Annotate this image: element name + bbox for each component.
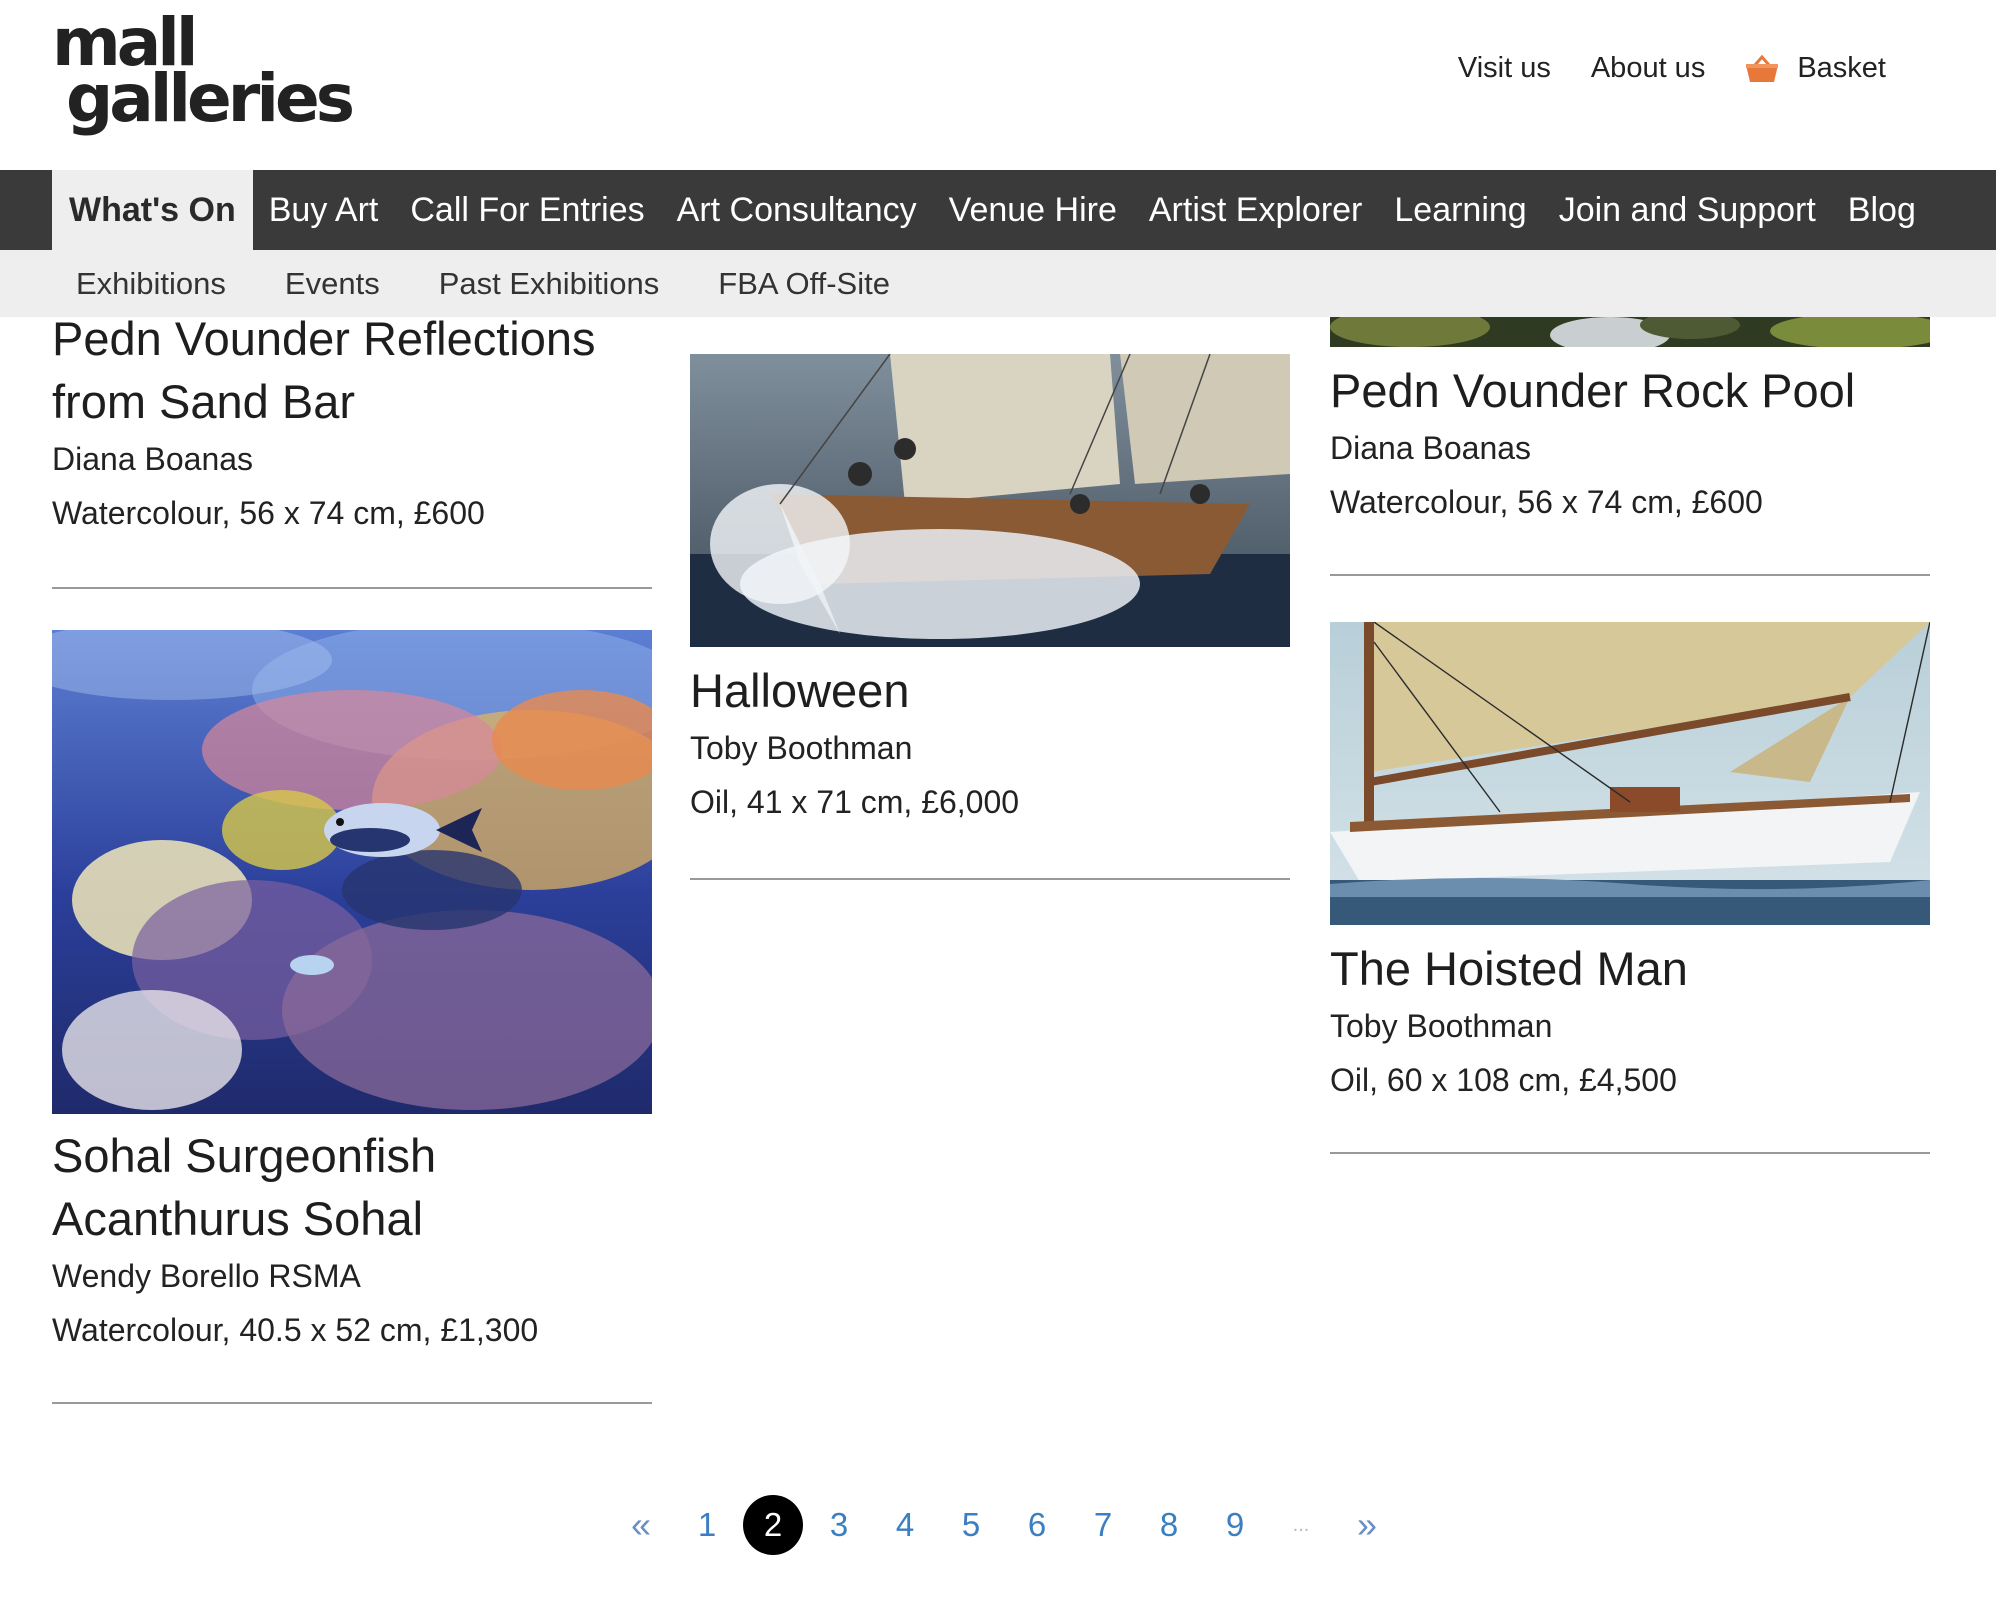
nav-item-art-consultancy[interactable]: Art Consultancy xyxy=(661,170,933,250)
artwork-card: Pedn Vounder Rock Pool Diana Boanas Wate… xyxy=(1330,317,1930,576)
subnav-item-past-exhibitions[interactable]: Past Exhibitions xyxy=(439,250,660,317)
artwork-image-racing-yacht[interactable] xyxy=(690,354,1290,647)
pagination: « 1 2 3 4 5 6 7 8 9 ... » xyxy=(608,1495,1400,1555)
nav-item-call-for-entries[interactable]: Call For Entries xyxy=(394,170,660,250)
site-logo[interactable]: mall galleries xyxy=(52,6,355,146)
sub-navigation: Exhibitions Events Past Exhibitions FBA … xyxy=(0,250,1996,317)
pagination-page[interactable]: 1 xyxy=(674,1506,740,1544)
nav-item-join-and-support[interactable]: Join and Support xyxy=(1543,170,1832,250)
artwork-details: Oil, 60 x 108 cm, £4,500 xyxy=(1330,1062,1677,1098)
artwork-card: The Hoisted Man Toby Boothman Oil, 60 x … xyxy=(1330,622,1930,1154)
pagination-first-button[interactable]: « xyxy=(608,1504,674,1546)
nav-item-learning[interactable]: Learning xyxy=(1378,170,1542,250)
artwork-artist[interactable]: Diana Boanas xyxy=(1330,428,1930,468)
main-navigation: What's On Buy Art Call For Entries Art C… xyxy=(0,170,1996,250)
pagination-last-button[interactable]: » xyxy=(1334,1504,1400,1546)
artwork-image-classic-yacht[interactable] xyxy=(1330,622,1930,925)
artwork-card: Pedn Vounder Reflections from Sand Bar D… xyxy=(52,317,652,589)
pagination-ellipsis: ... xyxy=(1292,1513,1310,1536)
artwork-image-coral-reef[interactable] xyxy=(52,630,652,1114)
artwork-artist[interactable]: Diana Boanas xyxy=(52,439,652,479)
artwork-title[interactable]: Sohal Surgeonfish Acanthurus Sohal xyxy=(52,1124,652,1250)
artwork-image-rock-pool[interactable] xyxy=(1330,317,1930,347)
basket-icon xyxy=(1746,54,1779,82)
pagination-page[interactable]: 7 xyxy=(1070,1506,1136,1544)
nav-item-artist-explorer[interactable]: Artist Explorer xyxy=(1133,170,1379,250)
utility-links: Visit us About us Basket xyxy=(1458,52,1886,85)
nav-item-buy-art[interactable]: Buy Art xyxy=(253,170,395,250)
artwork-title[interactable]: Pedn Vounder Reflections from Sand Bar xyxy=(52,317,652,433)
pagination-page[interactable]: 8 xyxy=(1136,1506,1202,1544)
pagination-page[interactable]: 3 xyxy=(806,1506,872,1544)
subnav-item-exhibitions[interactable]: Exhibitions xyxy=(76,250,226,317)
artwork-card: Sohal Surgeonfish Acanthurus Sohal Wendy… xyxy=(52,630,652,1404)
nav-item-blog[interactable]: Blog xyxy=(1832,170,1932,250)
artwork-artist[interactable]: Toby Boothman xyxy=(1330,1006,1930,1046)
pagination-page[interactable]: 5 xyxy=(938,1506,1004,1544)
pagination-page[interactable]: 6 xyxy=(1004,1506,1070,1544)
artwork-details: Watercolour, 56 x 74 cm, £600 xyxy=(1330,484,1763,520)
artwork-card: Halloween Toby Boothman Oil, 41 x 71 cm,… xyxy=(690,354,1290,880)
nav-item-whats-on[interactable]: What's On xyxy=(52,170,253,250)
card-divider xyxy=(1330,574,1930,576)
card-divider xyxy=(1330,1152,1930,1154)
card-divider xyxy=(52,1402,652,1404)
artwork-details: Watercolour, 40.5 x 52 cm, £1,300 xyxy=(52,1312,539,1348)
card-divider xyxy=(690,878,1290,880)
visit-us-link[interactable]: Visit us xyxy=(1458,52,1551,85)
basket-label: Basket xyxy=(1797,52,1886,84)
nav-item-venue-hire[interactable]: Venue Hire xyxy=(933,170,1133,250)
logo-text-galleries: galleries xyxy=(66,60,355,137)
card-divider xyxy=(52,587,652,589)
artwork-artist[interactable]: Toby Boothman xyxy=(690,728,1290,768)
artwork-title[interactable]: Halloween xyxy=(690,659,1290,722)
artwork-artist[interactable]: Wendy Borello RSMA xyxy=(52,1256,652,1296)
artwork-details: Watercolour, 56 x 74 cm, £600 xyxy=(52,495,485,531)
subnav-item-events[interactable]: Events xyxy=(285,250,380,317)
basket-link[interactable]: Basket xyxy=(1745,52,1886,85)
artwork-title[interactable]: The Hoisted Man xyxy=(1330,937,1930,1000)
artwork-grid: Pedn Vounder Reflections from Sand Bar D… xyxy=(0,317,1996,1618)
artwork-details: Oil, 41 x 71 cm, £6,000 xyxy=(690,784,1020,820)
about-us-link[interactable]: About us xyxy=(1591,52,1705,85)
artwork-title[interactable]: Pedn Vounder Rock Pool xyxy=(1330,359,1930,422)
pagination-page[interactable]: 4 xyxy=(872,1506,938,1544)
subnav-item-fba-off-site[interactable]: FBA Off-Site xyxy=(718,250,890,317)
pagination-current-page: 2 xyxy=(743,1495,803,1555)
pagination-page[interactable]: 9 xyxy=(1202,1506,1268,1544)
